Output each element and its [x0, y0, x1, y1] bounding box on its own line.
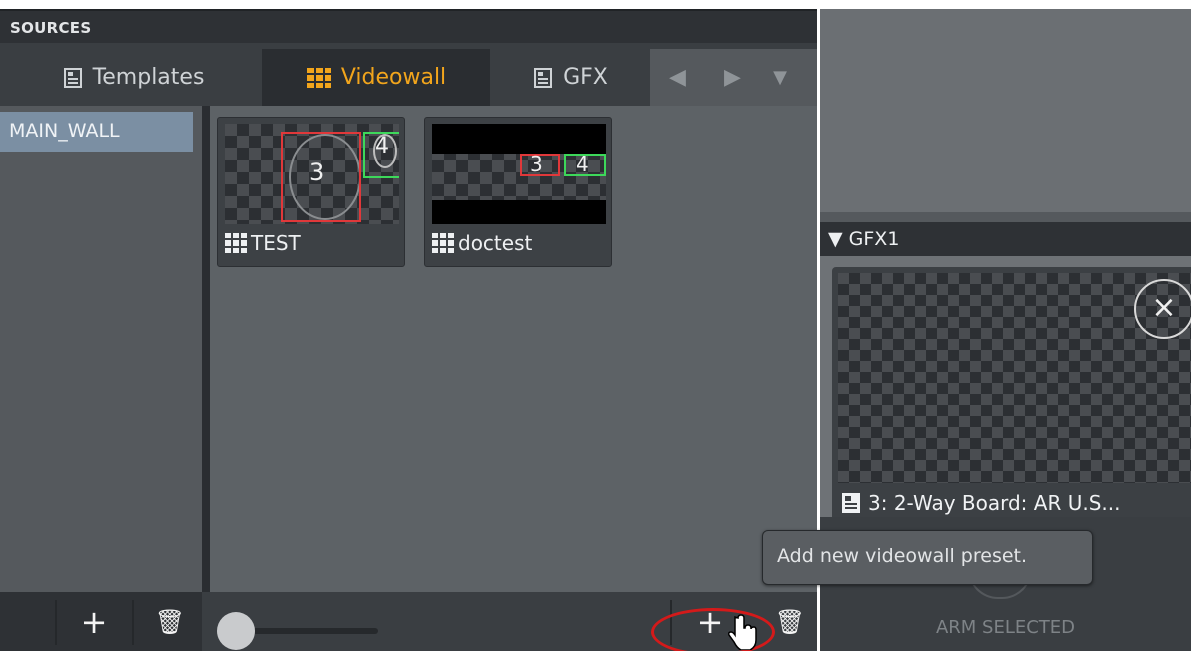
tab-navigation: ◀ ▶ ▼ [650, 49, 817, 106]
tab-menu-icon[interactable]: ▼ [760, 67, 800, 88]
template-icon [842, 493, 860, 513]
preview-area [820, 9, 1191, 212]
column-divider[interactable] [202, 106, 210, 651]
videowall-grid-icon [225, 233, 247, 253]
sources-bottom-bar: + 🗑 + 🗑 [0, 592, 817, 651]
screen-4-number: 4 [375, 134, 389, 159]
arm-selected-button[interactable]: ARM SELECTED [820, 617, 1191, 638]
tab-prev-icon[interactable]: ◀ [650, 65, 705, 90]
gfx-item-name: 3: 2-Way Board: AR U.S... [868, 491, 1121, 515]
gfx-item-thumbnail[interactable]: × 3: 2-Way Board: AR U.S... [832, 267, 1191, 517]
preset-name: TEST [251, 231, 301, 255]
preset-label: TEST [225, 231, 301, 255]
videowall-grid-icon [306, 67, 331, 88]
sources-header: SOURCES [0, 9, 817, 43]
thumbnail-size-slider[interactable] [236, 628, 378, 634]
sources-title: SOURCES [10, 19, 92, 37]
template-icon [534, 67, 553, 88]
template-icon [63, 67, 82, 88]
toolbar-separator [132, 600, 134, 645]
sources-panel: SOURCES Templates Videowall GFX ◀ ▶ ▼ MA… [0, 9, 817, 651]
preset-name: doctest [458, 231, 533, 255]
sources-tabbar: Templates Videowall GFX ◀ ▶ ▼ [0, 43, 817, 106]
delete-preset-icon[interactable]: 🗑 [770, 602, 810, 642]
tab-templates-label: Templates [92, 65, 205, 90]
videowall-grid-icon [432, 233, 454, 253]
gfx-item-label: 3: 2-Way Board: AR U.S... [840, 489, 1191, 517]
preset-thumbnail-doctest[interactable]: 3 4 doctest [424, 117, 612, 267]
hand-cursor-icon [728, 614, 757, 650]
list-toolbar: + 🗑 [0, 592, 202, 651]
tab-templates[interactable]: Templates [8, 49, 258, 106]
screen-3-number: 3 [530, 152, 543, 176]
letterbox-top [432, 124, 606, 154]
preset-label: doctest [432, 231, 532, 255]
slider-knob[interactable] [217, 612, 255, 650]
panel-splitter[interactable] [820, 212, 1191, 222]
tab-videowall[interactable]: Videowall [262, 49, 490, 106]
toolbar-separator [55, 600, 57, 645]
videowall-list: MAIN_WALL [0, 106, 202, 592]
preset-preview: 3 4 [225, 124, 399, 224]
screen-4-number: 4 [576, 152, 589, 176]
close-icon[interactable]: × [1134, 279, 1191, 339]
delete-list-item-icon[interactable]: 🗑 [150, 602, 190, 642]
gfx-panel-header[interactable]: ▼ GFX1 [820, 222, 1191, 256]
list-item-main-wall[interactable]: MAIN_WALL [0, 112, 193, 152]
tab-videowall-label: Videowall [340, 65, 447, 90]
preset-preview: 3 4 [432, 124, 606, 224]
tooltip: Add new videowall preset. [762, 530, 1093, 585]
add-list-item-button[interactable]: + [74, 602, 114, 642]
tab-gfx[interactable]: GFX [492, 49, 648, 106]
gfx-panel: ▼ GFX1 × 3: 2-Way Board: AR U.S... ARM S… [820, 222, 1191, 651]
preset-thumbnail-test[interactable]: 3 4 TEST [217, 117, 405, 267]
screen-3-number: 3 [309, 158, 325, 186]
tab-gfx-label: GFX [563, 65, 608, 90]
letterbox-bottom [432, 200, 606, 224]
tab-next-icon[interactable]: ▶ [705, 65, 760, 90]
preset-grid: 3 4 TEST 3 4 doctest [210, 106, 817, 592]
